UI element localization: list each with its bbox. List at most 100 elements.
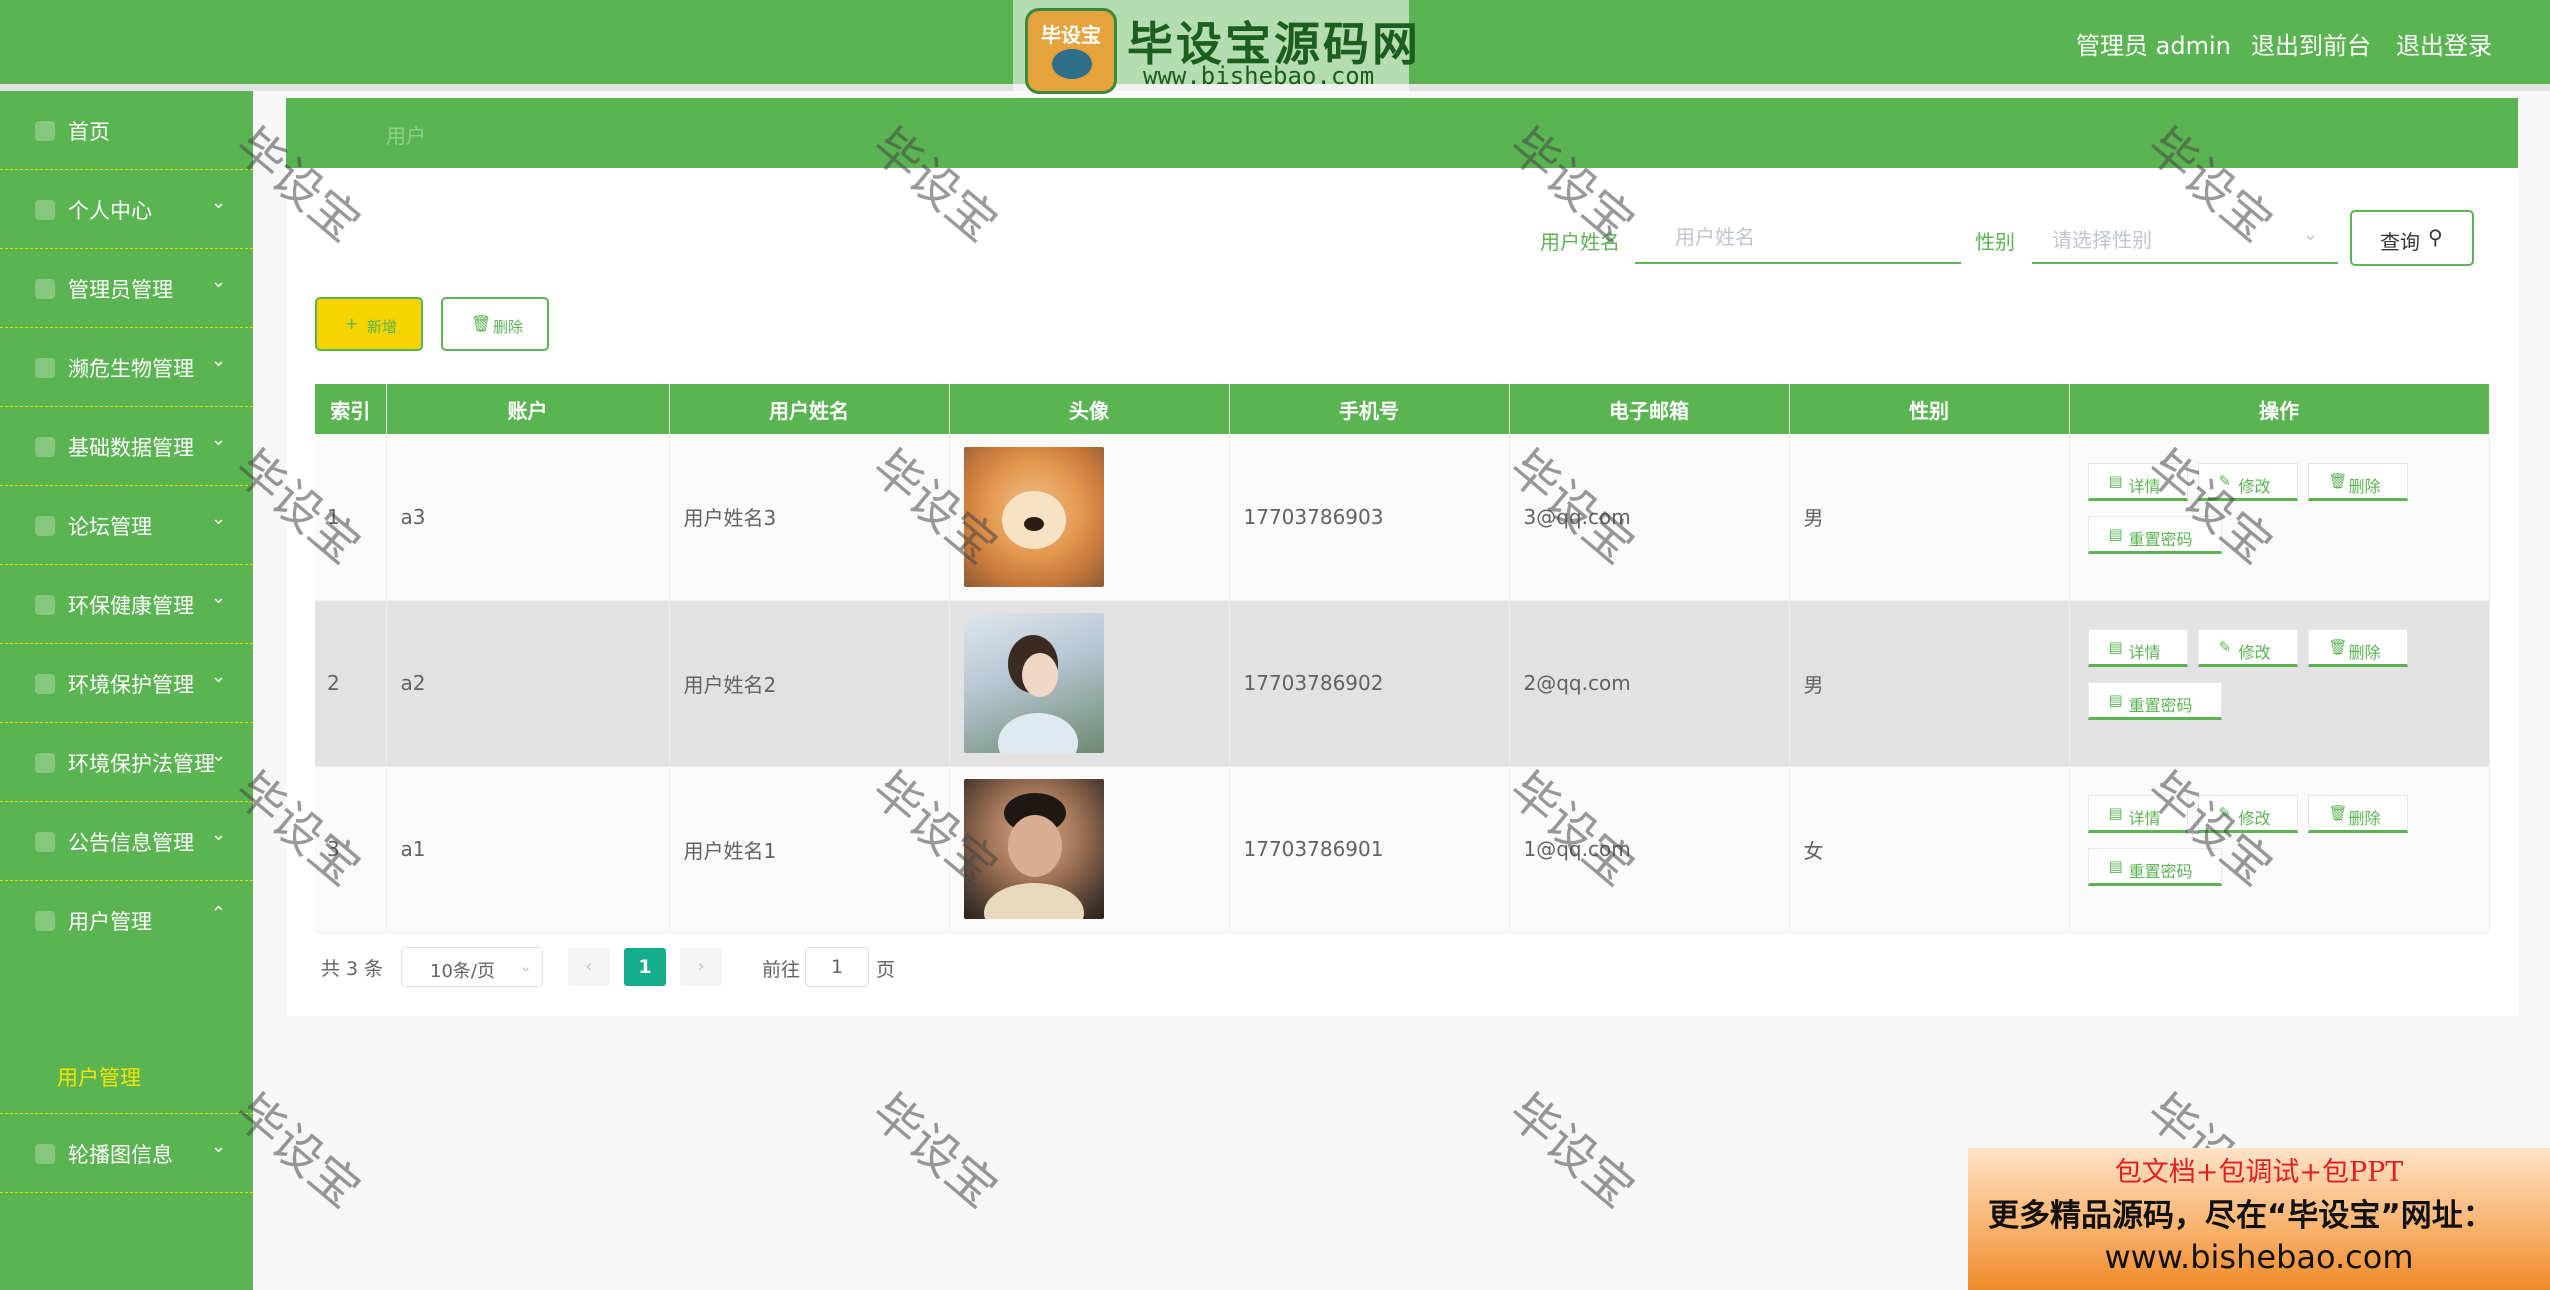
sidebar-item-environment-protection[interactable]: 环境保护管理 ⌄	[0, 644, 253, 723]
pagination-total: 共 3 条	[321, 958, 384, 980]
delete-button[interactable]: 🗑 删除	[2307, 629, 2408, 667]
sidebar-item-environment-law[interactable]: 环境保护法管理 ⌄	[0, 723, 253, 802]
watermark: 毕设宝	[861, 1083, 1008, 1219]
table-row[interactable]: 1 a3 用户姓名3 17703786903 3@qq.com 男 ▤ 详情 ✎ 修…	[315, 434, 2490, 601]
admin-icon	[35, 279, 55, 299]
edit-icon: ✎	[2218, 804, 2232, 822]
reset-password-button[interactable]: ▤ 重置密码	[2087, 848, 2222, 886]
sidebar-item-user-management[interactable]: 用户管理 ⌃	[0, 881, 253, 960]
table-row[interactable]: 2 a2 用户姓名2 17703786902 2@qq.com 男 ▤ 详情 ✎…	[315, 600, 2490, 767]
column-header[interactable]: 用户姓名	[669, 384, 950, 434]
sidebar-item-eco-health[interactable]: 环保健康管理 ⌄	[0, 565, 253, 644]
goto-suffix: 页	[876, 959, 896, 981]
name-search-label: 用户姓名	[1540, 230, 1620, 254]
column-header[interactable]: 操作	[2069, 384, 2490, 434]
sidebar-item-forum[interactable]: 论坛管理 ⌄	[0, 486, 253, 565]
avatar[interactable]	[963, 446, 1104, 587]
logout-link[interactable]: 退出登录	[2396, 26, 2492, 61]
forum-icon	[35, 516, 55, 536]
delete-button[interactable]: 🗑 删除	[2307, 795, 2408, 833]
edit-button-label: 修改	[2238, 809, 2271, 828]
content-panel: 用户姓名 性别 请选择性别 ⌄ 查询 ⚲ + 新增 🗑 删除 索引 账户 用户姓…	[286, 168, 2518, 1016]
page-number-current[interactable]: 1	[624, 948, 666, 986]
home-icon	[35, 121, 55, 141]
cell-gender: 男	[1789, 434, 2070, 601]
query-button-label: 查询	[2380, 230, 2420, 254]
user-icon	[35, 200, 55, 220]
page-size-value: 10条/页	[430, 961, 495, 982]
chevron-down-icon: ⌄	[211, 587, 227, 608]
cell-avatar	[949, 766, 1230, 933]
cell-operations: ▤ 详情 ✎ 修改 🗑 删除 ▤ 重置密码	[2069, 600, 2490, 767]
next-page-button[interactable]: ›	[680, 948, 722, 986]
cell-phone: 17703786902	[1229, 600, 1510, 767]
sidebar: 首页 个人中心 ⌄ 管理员管理 ⌄ 濒危生物管理 ⌄ 基础数据管理 ⌄ 论坛管理…	[0, 91, 253, 1290]
cell-account: a2	[386, 600, 670, 767]
sidebar-item-notice[interactable]: 公告信息管理 ⌄	[0, 802, 253, 881]
edit-button-label: 修改	[2238, 476, 2271, 496]
add-button-label: 新增	[367, 318, 398, 336]
column-header[interactable]: 电子邮箱	[1509, 384, 1790, 434]
search-icon: ⚲	[2428, 225, 2443, 249]
goto-page-input[interactable]	[805, 947, 869, 987]
sidebar-item-admin-management[interactable]: 管理员管理 ⌄	[0, 249, 253, 328]
edit-button-label: 修改	[2238, 643, 2271, 662]
shoulder-shape	[997, 713, 1078, 753]
column-header[interactable]: 手机号	[1229, 384, 1510, 434]
chevron-down-icon: ⌄	[211, 429, 227, 450]
edit-button[interactable]: ✎ 修改	[2197, 795, 2298, 833]
chevron-down-icon: ⌄	[211, 271, 227, 292]
chevron-down-icon: ⌄	[211, 745, 227, 766]
sidebar-item-endangered-species[interactable]: 濒危生物管理 ⌄	[0, 328, 253, 407]
sidebar-item-label: 论坛管理	[68, 515, 152, 539]
sidebar-subitem-user-management[interactable]: 用户管理	[0, 1040, 253, 1114]
gender-select[interactable]: 请选择性别 ⌄	[2032, 212, 2338, 264]
table-row[interactable]: 3 a1 用户姓名1 17703786901 1@qq.com 女 ▤ 详情 ✎…	[315, 766, 2490, 933]
chevron-down-icon: ⌄	[2302, 224, 2318, 245]
column-header[interactable]: 性别	[1789, 384, 2070, 434]
cell-index: 1	[315, 434, 387, 601]
reset-password-button[interactable]: ▤ 重置密码	[2087, 515, 2222, 554]
logo-url: www.bishebao.com	[1143, 62, 1375, 90]
sidebar-item-home[interactable]: 首页	[0, 91, 253, 170]
edit-button[interactable]: ✎ 修改	[2197, 462, 2298, 501]
plus-icon: +	[345, 314, 359, 333]
cell-phone: 17703786901	[1229, 766, 1510, 933]
detail-button[interactable]: ▤ 详情	[2087, 795, 2188, 833]
column-header[interactable]: 账户	[386, 384, 670, 434]
column-header[interactable]: 头像	[949, 384, 1230, 434]
notice-icon	[35, 832, 55, 852]
promo-url: www.bishebao.com	[2104, 1238, 2414, 1276]
name-search-input[interactable]	[1635, 212, 1961, 264]
reset-password-button[interactable]: ▤ 重置密码	[2087, 682, 2222, 720]
sidebar-item-carousel[interactable]: 轮播图信息 ⌄	[0, 1114, 253, 1193]
avatar[interactable]	[963, 613, 1104, 753]
detail-button[interactable]: ▤ 详情	[2087, 629, 2188, 667]
prev-page-button[interactable]: ‹	[568, 948, 610, 986]
promo-banner[interactable]: 包文档+包调试+包PPT 更多精品源码，尽在“毕设宝”网址： www.bishe…	[1968, 1148, 2550, 1290]
batch-delete-button[interactable]: 🗑 删除	[441, 297, 549, 351]
goto-prefix: 前往	[762, 959, 801, 981]
add-button[interactable]: + 新增	[315, 297, 423, 351]
promo-line-1: 包文档+包调试+包PPT	[2114, 1157, 2404, 1188]
chevron-down-icon: ⌄	[211, 824, 227, 845]
edit-icon: ✎	[2218, 471, 2232, 490]
avatar[interactable]	[963, 779, 1104, 919]
detail-button[interactable]: ▤ 详情	[2087, 462, 2188, 501]
edit-button[interactable]: ✎ 修改	[2197, 629, 2298, 667]
cell-operations: ▤ 详情 ✎ 修改 🗑 删除 ▤ 重置密码	[2069, 766, 2490, 933]
chevron-up-icon: ⌃	[211, 903, 227, 924]
sidebar-item-personal-center[interactable]: 个人中心 ⌄	[0, 170, 253, 249]
column-header[interactable]: 索引	[315, 384, 387, 434]
sidebar-item-basic-data[interactable]: 基础数据管理 ⌄	[0, 407, 253, 486]
delete-button-label: 删除	[2348, 809, 2381, 828]
data-icon	[35, 437, 55, 457]
shoulder-shape	[983, 883, 1084, 919]
sidebar-item-label: 环境保护管理	[68, 673, 194, 697]
exit-to-front-link[interactable]: 退出到前台	[2251, 26, 2371, 61]
site-logo: 毕设宝 毕设宝源码网 www.bishebao.com	[1013, 0, 1418, 102]
query-button[interactable]: 查询 ⚲	[2350, 210, 2474, 266]
page-size-select[interactable]: 10条/页 ⌄	[401, 947, 543, 987]
delete-button[interactable]: 🗑 删除	[2307, 462, 2408, 501]
delete-button-label: 删除	[2348, 476, 2381, 496]
